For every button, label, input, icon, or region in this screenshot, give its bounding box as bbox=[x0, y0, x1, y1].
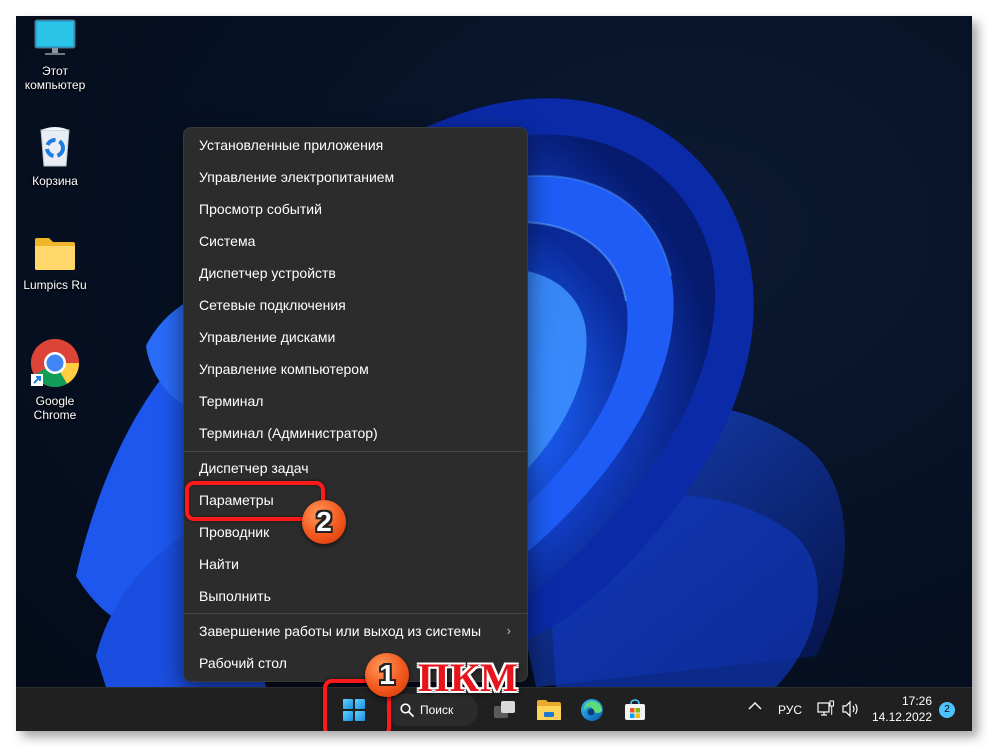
menu-item-label: Найти bbox=[199, 556, 239, 572]
menu-item-computer-management[interactable]: Управление компьютером bbox=[184, 353, 527, 385]
start-context-menu: Установленные приложения Управление элек… bbox=[183, 127, 528, 682]
step-1-badge: 1 bbox=[365, 653, 409, 697]
menu-item-disk-management[interactable]: Управление дисками bbox=[184, 321, 527, 353]
menu-item-shutdown-signout[interactable]: Завершение работы или выход из системы › bbox=[184, 615, 527, 647]
menu-item-terminal-admin[interactable]: Терминал (Администратор) bbox=[184, 417, 527, 449]
menu-item-system[interactable]: Система bbox=[184, 225, 527, 257]
desktop-icon-label: Chrome bbox=[33, 408, 77, 422]
clock-date: 14.12.2022 bbox=[871, 710, 932, 724]
step-2-badge: 2 bbox=[302, 500, 346, 544]
file-explorer-button[interactable] bbox=[531, 688, 567, 731]
menu-item-label: Проводник bbox=[199, 524, 270, 540]
file-explorer-icon bbox=[537, 700, 561, 720]
taskbar-clock[interactable]: 17:26 14.12.2022 bbox=[872, 693, 932, 725]
desktop-icon-label: Google bbox=[35, 394, 75, 408]
menu-item-label: Завершение работы или выход из системы bbox=[199, 623, 482, 639]
menu-item-terminal[interactable]: Терминал bbox=[184, 385, 527, 417]
chrome-icon bbox=[30, 339, 79, 388]
menu-item-event-viewer[interactable]: Просмотр событий bbox=[184, 193, 527, 225]
store-icon bbox=[625, 699, 645, 720]
language-indicator[interactable]: РУС bbox=[778, 703, 802, 717]
menu-item-installed-apps[interactable]: Установленные приложения bbox=[184, 129, 527, 161]
monitor-icon bbox=[34, 19, 76, 55]
menu-item-device-manager[interactable]: Диспетчер устройств bbox=[184, 257, 527, 289]
notification-badge[interactable]: 2 bbox=[939, 702, 955, 718]
chevron-right-icon: › bbox=[506, 623, 511, 638]
menu-item-network-connections[interactable]: Сетевые подключения bbox=[184, 289, 527, 321]
chevron-up-icon bbox=[748, 702, 762, 710]
tray-overflow-chevron[interactable] bbox=[745, 700, 765, 714]
speaker-icon bbox=[842, 700, 858, 718]
network-wired-icon bbox=[817, 700, 834, 716]
menu-item-run[interactable]: Выполнить bbox=[184, 580, 527, 612]
desktop-icon-recycle-bin[interactable]: Корзина bbox=[16, 124, 94, 188]
menu-item-label: Диспетчер задач bbox=[199, 460, 309, 476]
menu-item-label: Диспетчер устройств bbox=[199, 265, 336, 281]
clock-time: 17:26 bbox=[901, 694, 932, 708]
menu-item-label: Сетевые подключения bbox=[199, 297, 346, 313]
menu-item-power-options[interactable]: Управление электропитанием bbox=[184, 161, 527, 193]
store-button[interactable] bbox=[617, 688, 653, 731]
edge-icon bbox=[581, 699, 603, 721]
search-label: Поиск bbox=[420, 703, 454, 717]
menu-item-label: Установленные приложения bbox=[199, 137, 384, 153]
desktop-icon-label: Корзина bbox=[32, 174, 78, 188]
desktop-icon-lumpics-folder[interactable]: Lumpics Ru bbox=[16, 236, 94, 292]
task-view-icon bbox=[494, 701, 515, 718]
desktop-icon-google-chrome[interactable]: Google Chrome bbox=[16, 338, 94, 422]
menu-item-label: Управление электропитанием bbox=[199, 169, 395, 185]
menu-item-label: Просмотр событий bbox=[199, 201, 322, 217]
menu-item-label: Выполнить bbox=[199, 588, 271, 604]
search-icon bbox=[400, 703, 414, 717]
desktop-icon-label: Lumpics Ru bbox=[23, 278, 87, 292]
folder-icon bbox=[35, 238, 75, 270]
menu-item-label: Управление дисками bbox=[199, 329, 336, 345]
desktop-screen: Этот компьютер Корзина Lumpics Ru Google… bbox=[16, 16, 972, 731]
desktop-icon-this-pc[interactable]: Этот компьютер bbox=[16, 18, 94, 92]
menu-item-label: Система bbox=[199, 233, 256, 249]
edge-button[interactable] bbox=[574, 688, 610, 731]
menu-item-task-manager[interactable]: Диспетчер задач bbox=[184, 452, 527, 484]
menu-item-label: Терминал (Администратор) bbox=[199, 425, 378, 441]
menu-item-search[interactable]: Найти bbox=[184, 548, 527, 580]
network-status[interactable] bbox=[817, 700, 835, 721]
menu-item-label: Терминал bbox=[199, 393, 264, 409]
menu-separator bbox=[184, 613, 527, 614]
volume-control[interactable] bbox=[841, 700, 861, 721]
desktop-icon-label: Этот bbox=[42, 64, 68, 78]
menu-item-label: Управление компьютером bbox=[199, 361, 369, 377]
recycle-bin-icon bbox=[40, 127, 70, 167]
right-click-label: ПКМ bbox=[418, 655, 519, 700]
desktop-icon-label: компьютер bbox=[24, 78, 86, 92]
menu-item-label: Рабочий стол bbox=[199, 655, 287, 671]
